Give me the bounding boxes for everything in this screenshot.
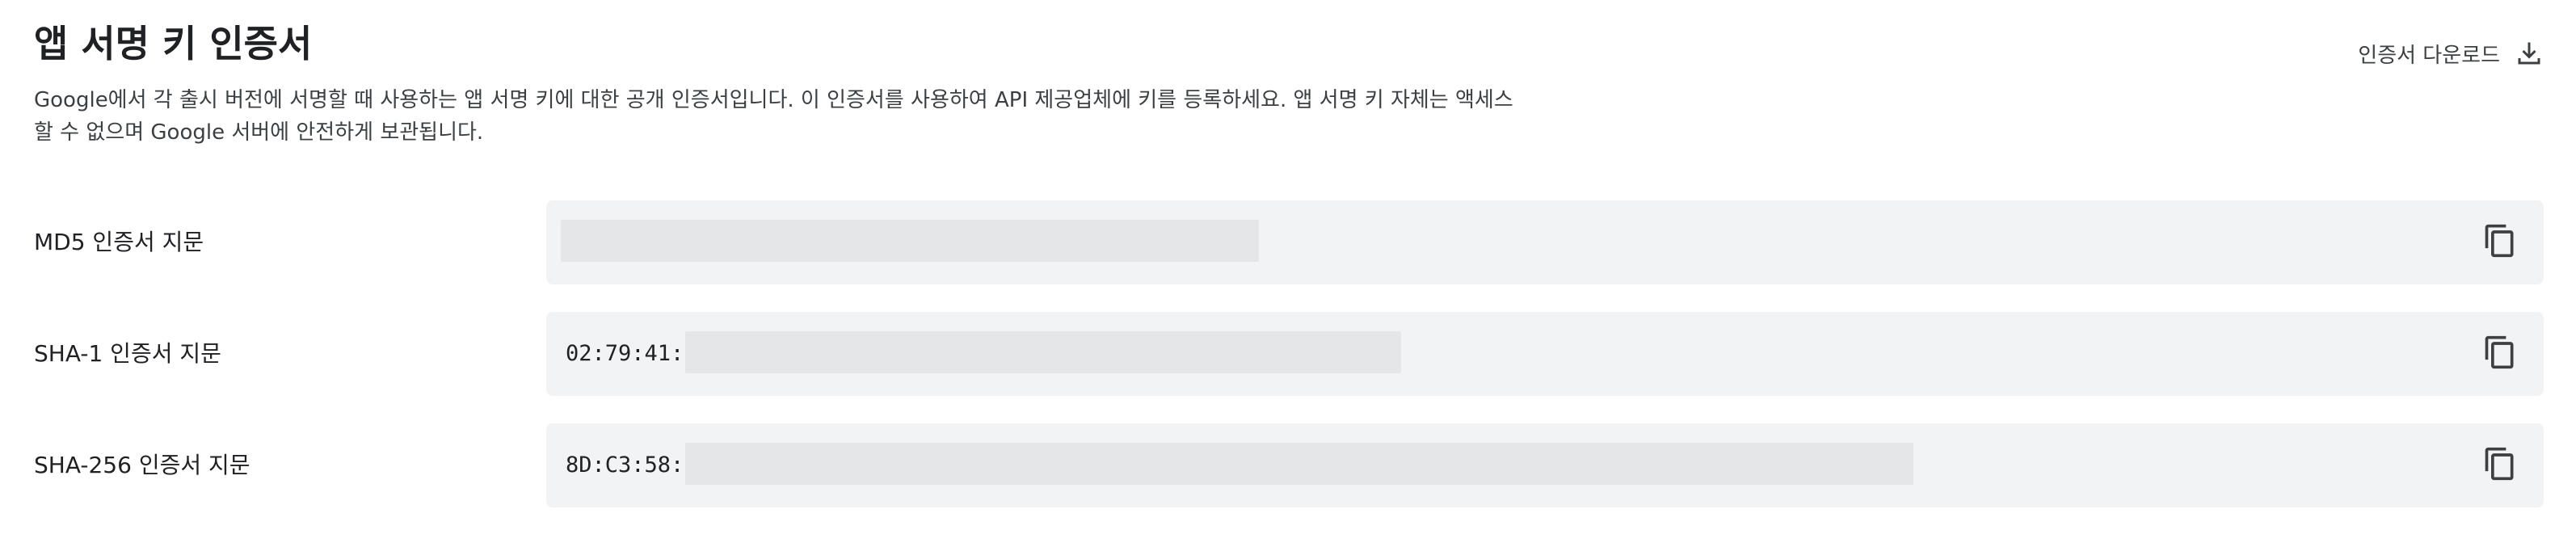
sha1-fingerprint-value: 02:79:41:: [566, 341, 684, 366]
download-icon: [2515, 39, 2544, 68]
sha256-fingerprint-row: SHA-256 인증서 지문 8D:C3:58:: [0, 423, 2576, 507]
md5-redacted-value: [561, 220, 1259, 262]
sha1-fingerprint-row: SHA-1 인증서 지문 02:79:41:: [0, 312, 2576, 396]
md5-fingerprint-field: [546, 200, 2544, 284]
sha256-fingerprint-field: 8D:C3:58:: [546, 423, 2544, 507]
download-certificate-button[interactable]: 인증서 다운로드: [2358, 36, 2544, 71]
page-title: 앱 서명 키 인증서: [34, 22, 313, 65]
copy-icon: [2482, 223, 2518, 262]
sha256-fingerprint-value: 8D:C3:58:: [566, 452, 684, 478]
md5-copy-button[interactable]: [2481, 223, 2519, 262]
sha256-copy-button[interactable]: [2481, 446, 2519, 485]
sha1-redacted-value: [685, 331, 1401, 373]
download-certificate-label: 인증서 다운로드: [2358, 43, 2500, 68]
copy-icon: [2482, 446, 2518, 485]
md5-fingerprint-label: MD5 인증서 지문: [34, 229, 204, 255]
sha1-copy-button[interactable]: [2481, 335, 2519, 373]
copy-icon: [2482, 335, 2518, 373]
page-description: Google에서 각 출시 버전에 서명할 때 사용하는 앱 서명 키에 대한 …: [34, 88, 1513, 145]
sha1-fingerprint-field: 02:79:41:: [546, 312, 2544, 396]
md5-fingerprint-row: MD5 인증서 지문: [0, 200, 2576, 284]
sha1-fingerprint-label: SHA-1 인증서 지문: [34, 340, 221, 367]
sha256-redacted-value: [685, 443, 1913, 485]
sha256-fingerprint-label: SHA-256 인증서 지문: [34, 452, 250, 478]
